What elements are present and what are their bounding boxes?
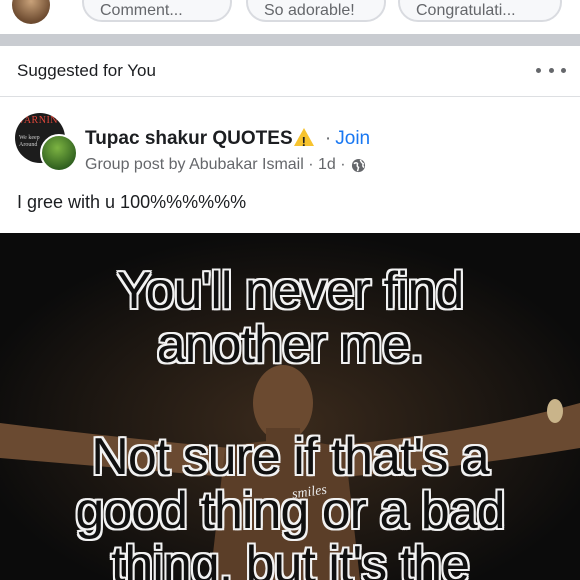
globe-icon [351, 158, 365, 172]
user-avatar-top[interactable] [12, 0, 50, 24]
quote-line: another me. [156, 316, 425, 374]
avatar-small-text: We keep Around [19, 135, 40, 148]
quote-line: good thing or a bad [75, 482, 505, 540]
comment-input-pill[interactable]: Comment... [82, 0, 232, 22]
post-meta-text: Group post by Abubakar Ismail · 1d · [85, 156, 346, 173]
post-meta: Group post by Abubakar Ismail · 1d · [85, 156, 366, 174]
quick-reply-pill[interactable]: So adorable! [246, 0, 386, 22]
more-options-icon[interactable] [536, 58, 566, 82]
suggested-label: Suggested for You [17, 61, 156, 80]
avatar-warning-text: WARNING [15, 115, 65, 126]
separator: · [324, 128, 332, 149]
post-header: Tupac shakur QUOTES ·Join [85, 126, 370, 154]
quote-line: Not sure if that's a [91, 428, 489, 486]
group-name-link[interactable]: Tupac shakur QUOTES [85, 128, 293, 149]
quick-reply-pill[interactable]: Congratulati... [398, 0, 562, 22]
quote-line: You'll never find [116, 262, 465, 320]
suggested-header: Suggested for You [0, 46, 580, 97]
feed-divider [0, 34, 580, 46]
quote-line: thing, but it's the [110, 536, 470, 580]
warning-icon [293, 128, 314, 154]
comment-bar: Comment... So adorable! Congratulati... [0, 0, 580, 34]
post-text: I gree with u 100%%%%%% [17, 192, 247, 212]
post-image[interactable]: You'll never find another me. Not sure i… [0, 233, 580, 580]
poster-avatar[interactable] [40, 134, 78, 172]
join-button[interactable]: Join [335, 128, 370, 149]
